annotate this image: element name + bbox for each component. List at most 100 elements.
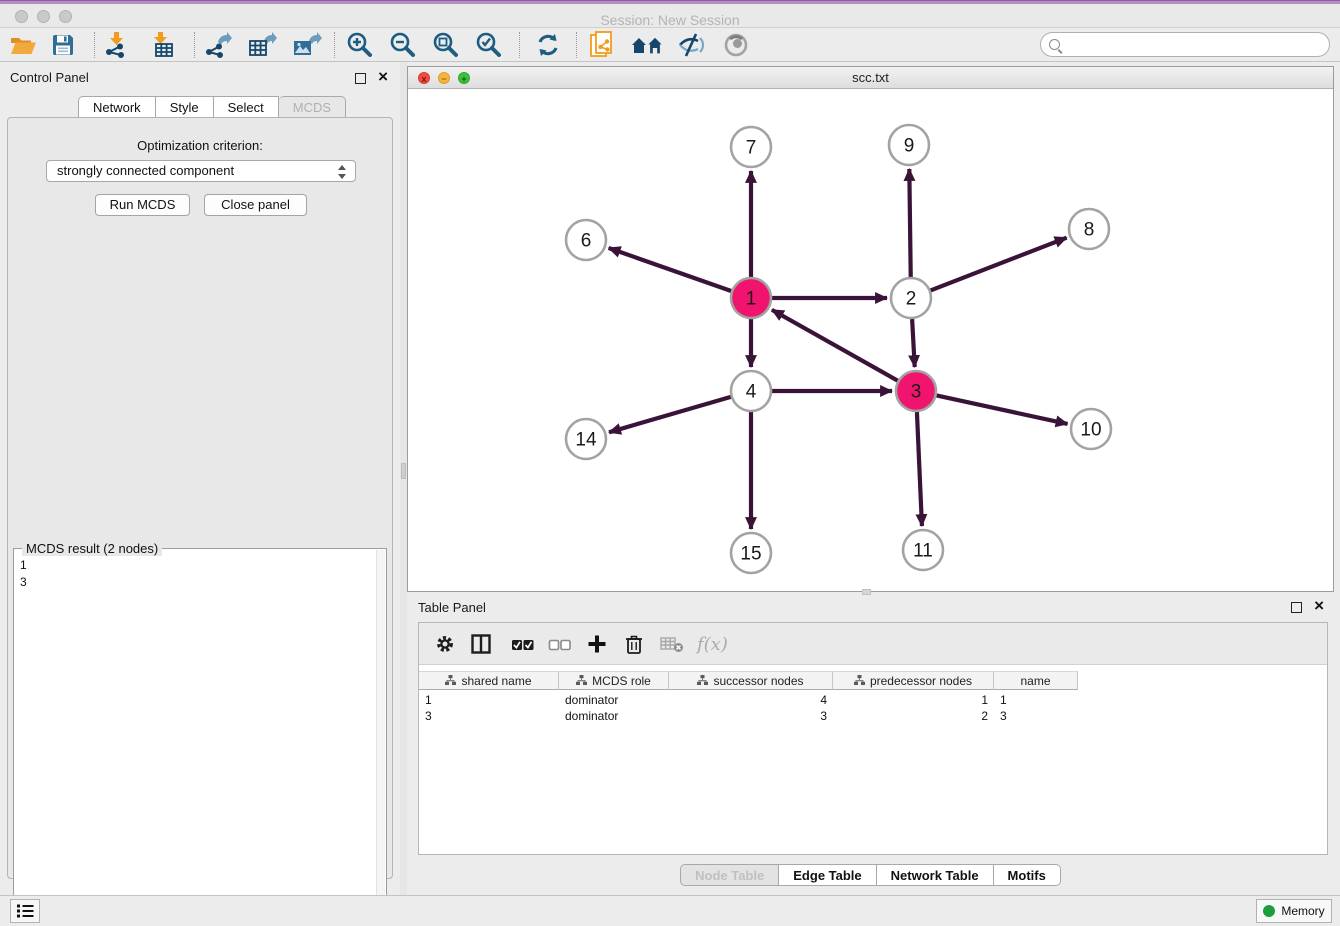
select-stepper-icon — [338, 164, 347, 180]
zoom-fit-button[interactable] — [432, 31, 460, 59]
edge-3-10[interactable] — [937, 395, 1068, 423]
node-label-4: 4 — [746, 382, 757, 403]
export-image-button[interactable] — [292, 31, 322, 59]
mcds-result-line: 3 — [20, 574, 372, 591]
import-network-button[interactable] — [104, 31, 132, 59]
toolbar-separator — [194, 32, 195, 58]
refresh-button[interactable] — [534, 31, 562, 59]
column-header-MCDS-role[interactable]: MCDS role — [559, 671, 669, 690]
export-network-icon — [204, 32, 232, 58]
zoom-in-button[interactable] — [346, 31, 374, 59]
cell-predecessor-nodes[interactable]: 2 — [833, 708, 994, 724]
show-columns-button[interactable] — [471, 630, 491, 658]
network-window-title: scc.txt — [408, 67, 1333, 89]
tab-select[interactable]: Select — [214, 96, 279, 118]
cell-MCDS-role[interactable]: dominator — [559, 708, 669, 724]
cell-name[interactable]: 3 — [994, 708, 1078, 724]
tab-mcds[interactable]: MCDS — [279, 96, 346, 118]
table-close-icon[interactable]: × — [1314, 596, 1324, 616]
edge-4-14[interactable] — [609, 397, 731, 432]
show-all-button[interactable] — [722, 31, 750, 59]
tab-motifs[interactable]: Motifs — [994, 864, 1061, 886]
delete-table-icon — [660, 635, 684, 653]
control-panel-title: Control Panel — [10, 70, 89, 85]
zoom-selected-button[interactable] — [475, 31, 503, 59]
tab-node-table[interactable]: Node Table — [680, 864, 779, 886]
network-window-titlebar[interactable]: x − + scc.txt — [408, 67, 1333, 89]
open-folder-icon — [10, 35, 37, 56]
mcds-panel: Optimization criterion: strongly connect… — [7, 117, 393, 879]
first-neighbors-button[interactable] — [630, 31, 666, 59]
criterion-value: strongly connected component — [57, 163, 234, 178]
cell-MCDS-role[interactable]: dominator — [559, 692, 669, 708]
save-session-button[interactable] — [52, 31, 74, 59]
export-network-button[interactable] — [204, 31, 232, 59]
float-panel-icon[interactable] — [355, 73, 366, 84]
node-label-14: 14 — [575, 430, 597, 451]
network-from-selection-button[interactable] — [590, 31, 616, 59]
node-table-frame: f(x) shared nameMCDS role successor nodes… — [418, 622, 1328, 855]
column-header-name[interactable]: name — [994, 671, 1078, 690]
node-label-7: 7 — [746, 138, 757, 159]
criterion-select[interactable]: strongly connected component — [46, 160, 356, 182]
cell-name[interactable]: 1 — [994, 692, 1078, 708]
column-label: successor nodes — [713, 674, 803, 688]
hide-selected-button[interactable] — [676, 31, 706, 59]
search-field[interactable] — [1040, 32, 1330, 57]
search-input[interactable] — [1060, 38, 1329, 52]
table-float-icon[interactable] — [1291, 602, 1302, 613]
cell-shared-name[interactable]: 3 — [419, 708, 559, 724]
select-all-button[interactable] — [511, 630, 535, 658]
cell-successor-nodes[interactable]: 4 — [669, 692, 833, 708]
cell-successor-nodes[interactable]: 3 — [669, 708, 833, 724]
deselect-all-button[interactable] — [548, 630, 572, 658]
table-toolbar: f(x) — [419, 623, 1327, 665]
table-row[interactable]: 1dominator411 — [419, 692, 1327, 708]
task-history-button[interactable] — [10, 899, 40, 923]
memory-button[interactable]: Memory — [1256, 899, 1332, 923]
main-toolbar — [0, 28, 1340, 62]
toolbar-separator — [94, 32, 95, 58]
column-header-shared-name[interactable]: shared name — [419, 671, 559, 690]
table-row[interactable]: 3dominator323 — [419, 708, 1327, 724]
column-header-successor-nodes[interactable]: successor nodes — [669, 671, 833, 690]
import-network-icon — [104, 32, 132, 58]
edge-3-11[interactable] — [917, 412, 922, 526]
edge-2-3[interactable] — [912, 319, 915, 367]
close-panel-icon[interactable]: × — [378, 67, 388, 87]
column-label: name — [1020, 674, 1050, 688]
tab-edge-table[interactable]: Edge Table — [779, 864, 876, 886]
export-table-button[interactable] — [248, 31, 278, 59]
node-label-10: 10 — [1080, 420, 1101, 441]
delete-table-button[interactable] — [660, 630, 684, 658]
edge-3-1[interactable] — [772, 310, 898, 381]
network-graph: 7968124314101511 — [408, 89, 1333, 591]
cell-predecessor-nodes[interactable]: 1 — [833, 692, 994, 708]
splitter-handle[interactable] — [401, 463, 406, 479]
run-mcds-button[interactable]: Run MCDS — [95, 194, 190, 216]
node-label-15: 15 — [740, 544, 761, 565]
tab-network[interactable]: Network — [78, 96, 156, 118]
network-canvas[interactable]: 7968124314101511 — [408, 89, 1333, 591]
edge-2-9[interactable] — [909, 169, 910, 277]
node-label-6: 6 — [581, 231, 592, 252]
columns-icon — [471, 634, 491, 654]
edge-1-6[interactable] — [609, 248, 732, 291]
edge-2-8[interactable] — [931, 238, 1067, 291]
vertical-splitter[interactable] — [400, 62, 407, 895]
tab-style[interactable]: Style — [156, 96, 214, 118]
open-session-button[interactable] — [10, 31, 37, 59]
table-settings-button[interactable] — [435, 630, 455, 658]
column-header-predecessor-nodes[interactable]: predecessor nodes — [833, 671, 994, 690]
import-table-button[interactable] — [150, 31, 178, 59]
column-tree-icon — [697, 675, 708, 686]
zoom-out-button[interactable] — [389, 31, 417, 59]
delete-column-button[interactable] — [625, 630, 643, 658]
close-panel-button[interactable]: Close panel — [204, 194, 307, 216]
titlebar: Session: New Session — [0, 4, 1340, 28]
create-column-button[interactable] — [587, 630, 607, 658]
mcds-result-scrollbar[interactable] — [376, 550, 385, 924]
cell-shared-name[interactable]: 1 — [419, 692, 559, 708]
function-builder-button[interactable]: f(x) — [697, 630, 728, 658]
tab-network-table[interactable]: Network Table — [877, 864, 994, 886]
